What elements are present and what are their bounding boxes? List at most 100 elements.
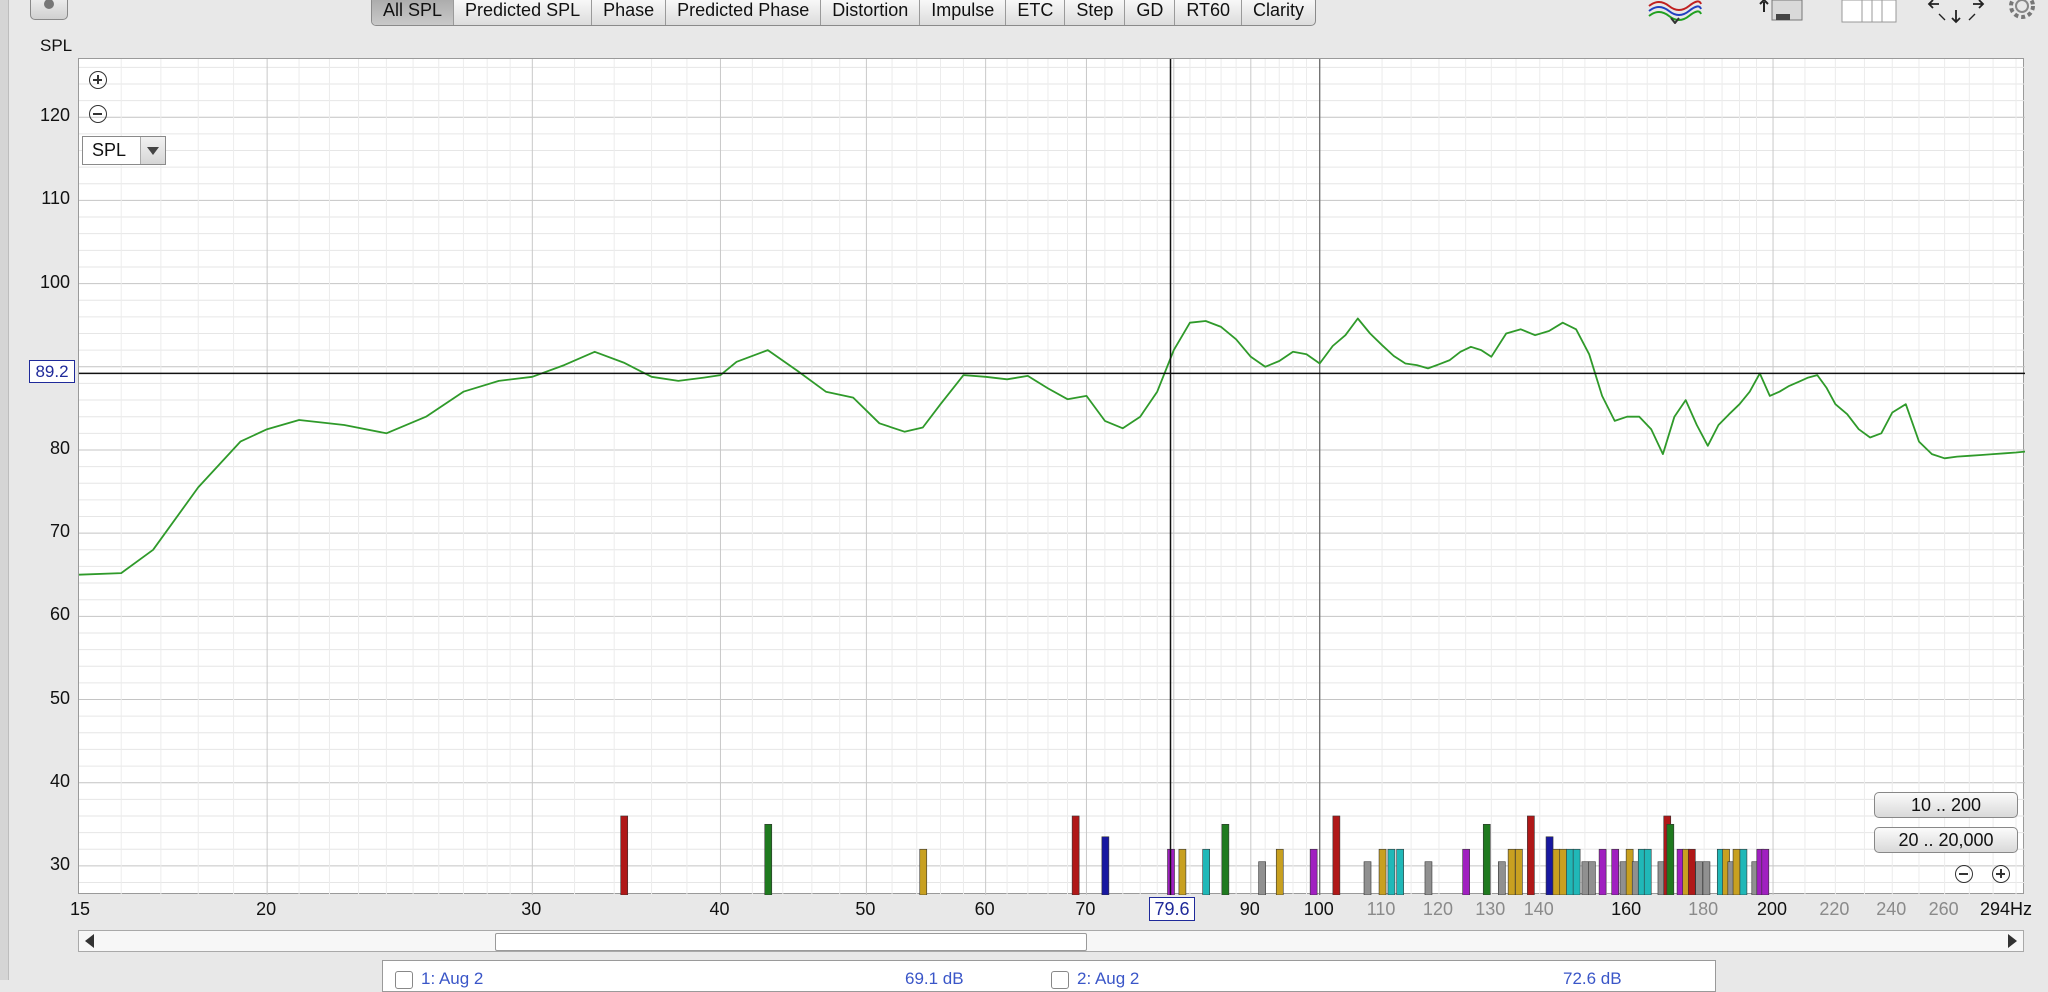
scrollbar-thumb[interactable] <box>495 933 1088 951</box>
filter-marker <box>1424 861 1433 895</box>
x-tick-label: 180 <box>1688 899 1719 919</box>
filter-marker <box>1739 848 1748 895</box>
x-tick-label: 240 <box>1876 899 1907 919</box>
x-tick-label: 50 <box>855 899 876 919</box>
cursor-spl-readout: 89.2 <box>29 360 75 383</box>
x-tick-label: 70 <box>1075 899 1096 919</box>
filter-marker <box>1559 848 1568 895</box>
filter-marker <box>1545 836 1554 895</box>
filter-marker <box>1363 861 1372 895</box>
camera-icon[interactable] <box>30 0 68 20</box>
filter-marker <box>1566 848 1574 895</box>
range-20-20000-button[interactable]: 20 .. 20,000 <box>1874 827 2018 853</box>
filter-marker <box>1378 848 1387 895</box>
filter-marker <box>1258 861 1266 895</box>
x-tick-label: 140 <box>1523 899 1554 919</box>
zoom-out-icon[interactable] <box>89 105 107 123</box>
filter-marker <box>1309 848 1318 895</box>
tab-predicted-phase[interactable]: Predicted Phase <box>666 0 822 25</box>
cursor-frequency-readout: 79.6 <box>1149 897 1195 921</box>
scroll-left-icon[interactable] <box>85 934 94 948</box>
y-tick-label: 50 <box>49 687 70 708</box>
arrows-icon[interactable] <box>1925 0 1987 26</box>
filter-marker <box>1507 848 1516 895</box>
tab-impulse[interactable]: Impulse <box>920 0 1007 25</box>
filter-marker <box>1387 848 1396 895</box>
tab-gd[interactable]: GD <box>1125 0 1176 25</box>
tab-etc[interactable]: ETC <box>1006 0 1066 25</box>
filter-marker <box>1178 848 1187 895</box>
filter-marker <box>620 815 629 895</box>
filter-marker <box>1666 823 1675 895</box>
layout-icon[interactable] <box>1840 0 1898 24</box>
range-10-200-button[interactable]: 10 .. 200 <box>1874 792 2018 818</box>
left-edge-strip <box>0 0 9 980</box>
tab-step[interactable]: Step <box>1065 0 1126 25</box>
spl-dropdown-value: SPL <box>92 140 127 160</box>
x-tick-label: 260 <box>1928 899 1959 919</box>
tab-predicted-spl[interactable]: Predicted SPL <box>454 0 593 25</box>
horizontal-scrollbar[interactable] <box>78 930 2024 952</box>
x-tick-label: 15 <box>69 899 91 919</box>
spl-trace-line <box>79 317 2025 576</box>
spl-dropdown[interactable]: SPL <box>82 136 166 165</box>
x-tick-label: 60 <box>974 899 995 919</box>
filter-marker <box>1527 815 1535 895</box>
y-tick-label: 110 <box>41 188 70 209</box>
tab-distortion[interactable]: Distortion <box>821 0 921 25</box>
measurement-1-value: 69.1 dB <box>905 969 964 988</box>
spl-chart <box>79 59 2025 895</box>
limits-icon[interactable] <box>1758 0 1810 24</box>
tab-rt60[interactable]: RT60 <box>1175 0 1243 25</box>
x-tick-label: 294Hz <box>1979 899 2033 919</box>
measurement-2-checkbox[interactable] <box>1051 971 1069 989</box>
filter-marker <box>1695 861 1703 895</box>
filter-marker <box>1101 836 1110 895</box>
filter-marker <box>1275 848 1284 895</box>
x-tick-label: 160 <box>1611 899 1642 919</box>
zoom-out-x-icon[interactable] <box>1955 865 1973 883</box>
chevron-down-icon <box>140 137 165 164</box>
gear-icon[interactable] <box>2002 0 2042 26</box>
x-tick-label: 130 <box>1475 899 1506 919</box>
filter-marker <box>919 848 928 895</box>
x-tick-label: 200 <box>1757 899 1788 919</box>
zoom-in-icon[interactable] <box>89 71 107 89</box>
filter-marker <box>1071 815 1080 895</box>
traces-icon[interactable] <box>1645 0 1705 24</box>
filter-marker <box>1552 848 1561 895</box>
x-tick-label: 90 <box>1239 899 1260 919</box>
scroll-right-icon[interactable] <box>2008 934 2017 948</box>
filter-marker <box>1643 848 1652 895</box>
filter-marker <box>1202 848 1210 895</box>
measurement-2-value: 72.6 dB <box>1563 969 1622 988</box>
y-tick-label: 80 <box>49 437 70 458</box>
x-tick-label: 100 <box>1303 899 1334 919</box>
y-tick-label: 40 <box>49 770 70 791</box>
filter-marker <box>1497 861 1506 895</box>
x-tick-label: 20 <box>256 899 277 919</box>
graph-tab-bar: All SPL Predicted SPL Phase Predicted Phase… <box>371 0 1317 26</box>
y-tick-label: 60 <box>49 604 70 625</box>
x-tick-label: 40 <box>709 899 730 919</box>
tab-phase[interactable]: Phase <box>592 0 667 25</box>
measurement-2-label: 2: Aug 2 <box>1077 969 1140 988</box>
filter-marker <box>1515 848 1523 895</box>
filter-marker <box>1598 848 1607 895</box>
filter-marker <box>1761 848 1770 895</box>
tab-clarity[interactable]: Clarity <box>1242 0 1315 25</box>
filter-marker <box>1702 861 1711 895</box>
measurement-legend: 1: Aug 2 69.1 dB 2: Aug 2 72.6 dB <box>382 960 1716 992</box>
filter-marker <box>764 823 773 895</box>
x-tick-label: 30 <box>521 899 542 919</box>
zoom-in-x-icon[interactable] <box>1992 865 2010 883</box>
y-axis-title: SPL <box>40 36 73 55</box>
filter-marker <box>1221 823 1230 895</box>
filter-marker <box>1687 848 1696 895</box>
spl-graph[interactable] <box>78 58 2025 895</box>
filter-marker <box>1482 823 1491 895</box>
y-tick-label: 30 <box>49 853 70 874</box>
measurement-1-label: 1: Aug 2 <box>421 969 484 988</box>
tab-all-spl[interactable]: All SPL <box>372 0 455 25</box>
measurement-1-checkbox[interactable] <box>395 971 413 989</box>
